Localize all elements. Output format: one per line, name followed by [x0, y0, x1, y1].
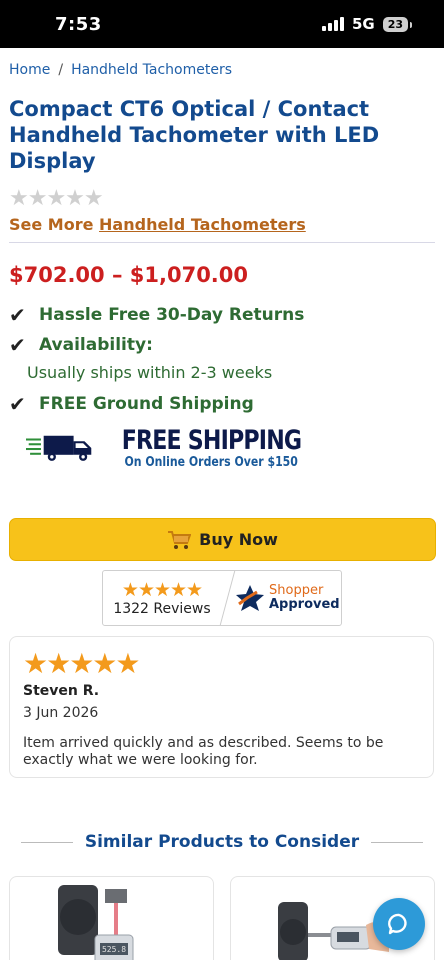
- free-shipping-subline: On Online Orders Over $150: [124, 455, 299, 470]
- badge-brand-line2: Approved: [269, 597, 340, 612]
- check-icon: ✔: [9, 333, 26, 357]
- badge-divider: [221, 571, 235, 625]
- breadcrumb-separator: /: [58, 62, 64, 78]
- chat-button[interactable]: [373, 898, 425, 950]
- status-bar: 7:53 5G 23: [0, 0, 444, 48]
- shopper-approved-badge[interactable]: ★★★★★ 1322 Reviews Shopper Approved: [102, 570, 342, 626]
- badge-rating: ★★★★★ 1322 Reviews: [103, 579, 221, 617]
- feature-availability-label: Availability:: [39, 335, 153, 355]
- chat-icon: [388, 913, 407, 935]
- feature-shipping: ✔ FREE Ground Shipping: [0, 392, 444, 416]
- reviewer-name: Steven R.: [23, 683, 100, 699]
- similar-products-header: Similar Products to Consider: [0, 832, 444, 852]
- similar-products-heading: Similar Products to Consider: [84, 832, 360, 852]
- check-icon: ✔: [9, 392, 26, 416]
- divider: [20, 841, 73, 843]
- price-range: $702.00 – $1,070.00: [9, 263, 249, 287]
- see-more-category-link[interactable]: Handheld Tachometers: [99, 215, 306, 234]
- feature-returns-label: Hassle Free 30-Day Returns: [39, 305, 305, 325]
- check-icon: ✔: [9, 303, 26, 327]
- buy-now-label: Buy Now: [199, 530, 278, 549]
- free-shipping-banner: FREE SHIPPING On Online Orders Over $150: [26, 422, 321, 474]
- svg-text:525.8: 525.8: [102, 945, 126, 954]
- badge-stars: ★★★★★: [121, 579, 203, 601]
- availability-value: Usually ships within 2-3 weeks: [27, 363, 273, 382]
- buy-now-button[interactable]: Buy Now: [9, 518, 436, 561]
- truck-icon: [26, 435, 92, 461]
- review-stars: ★★★★★: [23, 647, 141, 680]
- network-label: 5G: [351, 15, 375, 33]
- rating-stars[interactable]: ★★★★★: [0, 174, 444, 211]
- battery-icon: 23: [382, 16, 413, 32]
- see-more-prefix: See More: [9, 215, 94, 234]
- review-date: 3 Jun 2026: [23, 705, 99, 721]
- feature-availability: ✔ Availability:: [0, 333, 444, 357]
- status-indicators: 5G 23: [321, 15, 413, 33]
- product-title: Compact CT6 Optical / Contact Handheld T…: [9, 97, 380, 173]
- shopper-approved-star-icon: [236, 585, 264, 611]
- badge-brand: Shopper Approved: [235, 584, 341, 612]
- free-shipping-text: FREE SHIPPING On Online Orders Over $150: [102, 426, 321, 470]
- product-image: 525.8: [55, 882, 165, 960]
- feature-returns: ✔ Hassle Free 30-Day Returns: [0, 303, 444, 327]
- divider: [371, 841, 424, 843]
- review-card: ★★★★★ Steven R. 3 Jun 2026 Item arrived …: [9, 636, 434, 778]
- cart-icon: [168, 530, 192, 549]
- feature-shipping-label: FREE Ground Shipping: [39, 394, 254, 414]
- badge-review-count: 1322 Reviews: [113, 601, 211, 617]
- see-more: See More Handheld Tachometers: [0, 211, 444, 234]
- breadcrumb: Home / Handheld Tachometers: [0, 48, 444, 78]
- free-shipping-headline: FREE SHIPPING: [121, 425, 302, 456]
- badge-brand-line1: Shopper: [269, 583, 324, 598]
- signal-icon: [321, 17, 344, 31]
- review-text: Item arrived quickly and as described. S…: [23, 735, 384, 768]
- breadcrumb-category-link[interactable]: Handheld Tachometers: [71, 62, 232, 78]
- similar-product-card[interactable]: 525.8: [9, 876, 214, 960]
- status-time: 7:53: [55, 13, 102, 35]
- breadcrumb-home-link[interactable]: Home: [9, 62, 50, 78]
